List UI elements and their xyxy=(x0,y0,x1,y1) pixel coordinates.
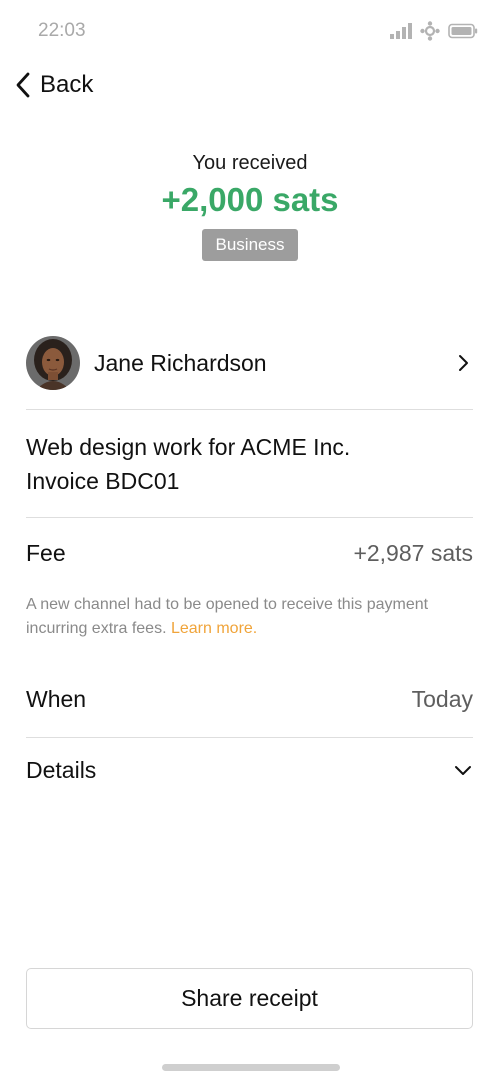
divider xyxy=(26,409,473,410)
network-icon xyxy=(420,21,440,41)
status-bar: 22:03 xyxy=(0,0,500,60)
back-label: Back xyxy=(40,71,94,98)
signal-icon xyxy=(390,23,412,39)
fee-row: Fee +2,987 sats xyxy=(26,540,473,567)
when-row: When Today xyxy=(26,686,473,713)
divider xyxy=(26,737,473,738)
fee-value: +2,987 sats xyxy=(353,540,473,566)
status-time: 22:03 xyxy=(38,20,86,41)
details-toggle[interactable]: Details xyxy=(26,752,473,788)
home-indicator xyxy=(162,1064,340,1071)
chevron-right-icon xyxy=(453,353,473,373)
chevron-left-icon xyxy=(10,66,36,104)
battery-icon xyxy=(448,23,478,39)
avatar xyxy=(26,336,80,390)
amount: +2,000 sats xyxy=(161,181,339,218)
direction-label: You received xyxy=(192,152,308,174)
contact-name: Jane Richardson xyxy=(94,349,267,376)
learn-more-link[interactable]: Learn more. xyxy=(171,620,257,637)
share-receipt-button[interactable]: Share receipt xyxy=(26,968,473,1029)
chevron-down-icon xyxy=(453,760,473,780)
divider xyxy=(26,517,473,518)
memo-line: Invoice BDC01 xyxy=(26,468,180,494)
back-button[interactable]: Back xyxy=(10,66,99,104)
status-icons xyxy=(390,21,478,41)
memo-line: Web design work for ACME Inc. xyxy=(26,434,351,460)
contact-row[interactable]: Jane Richardson xyxy=(26,334,473,392)
fee-label: Fee xyxy=(26,540,66,566)
when-label: When xyxy=(26,686,87,712)
transaction-summary: You received +2,000 sats Business xyxy=(0,152,500,261)
when-value: Today xyxy=(411,686,473,712)
category-badge: Business xyxy=(201,229,299,261)
details-label: Details xyxy=(26,756,97,783)
memo: Web design work for ACME Inc. Invoice BD… xyxy=(26,430,473,498)
fee-note: A new channel had to be opened to receiv… xyxy=(26,593,473,641)
